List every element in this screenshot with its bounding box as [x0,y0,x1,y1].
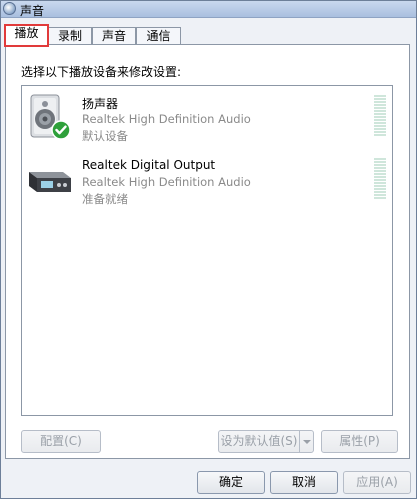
tab-sounds[interactable]: 声音 [92,27,136,45]
apply-button[interactable]: 应用(A) [343,471,411,494]
device-name: Realtek Digital Output [82,158,216,172]
device-driver: Realtek High Definition Audio [82,112,251,126]
volume-meter [374,95,386,138]
title-bar[interactable]: 声音 [1,1,416,18]
device-status: 准备就绪 [82,192,128,206]
set-default-button[interactable]: 设为默认值(S) [218,430,300,453]
tab-communications[interactable]: 通信 [136,27,181,45]
device-item-digital-output[interactable]: Realtek Digital Output Realtek High Defi… [22,152,392,212]
cancel-button[interactable]: 取消 [270,471,338,494]
device-name: 扬声器 [82,97,119,111]
device-item-speaker[interactable]: 扬声器 Realtek High Definition Audio 默认设备 [22,89,392,149]
device-driver: Realtek High Definition Audio [82,175,251,189]
device-list[interactable]: 扬声器 Realtek High Definition Audio 默认设备 R… [21,85,393,416]
configure-button[interactable]: 配置(C) [21,430,101,453]
tab-recording[interactable]: 录制 [48,27,92,45]
playback-panel: 选择以下播放设备来修改设置: 扬声器 Realtek High Definiti… [5,44,410,459]
sound-icon [3,2,16,15]
sound-dialog: 声音 播放 录制 声音 通信 选择以下播放设备来修改设置: 扬声器 Realte… [0,0,417,499]
speaker-icon [30,94,71,140]
window-title: 声音 [20,4,45,18]
volume-meter [374,158,386,201]
device-status: 默认设备 [82,129,128,143]
ok-button[interactable]: 确定 [197,471,265,494]
digital-output-icon [29,172,71,192]
tab-highlight-box [4,24,49,47]
set-default-dropdown-arrow-icon[interactable] [299,430,314,453]
instruction-text: 选择以下播放设备来修改设置: [21,65,182,79]
default-check-icon [51,120,71,140]
properties-button[interactable]: 属性(P) [321,430,398,453]
